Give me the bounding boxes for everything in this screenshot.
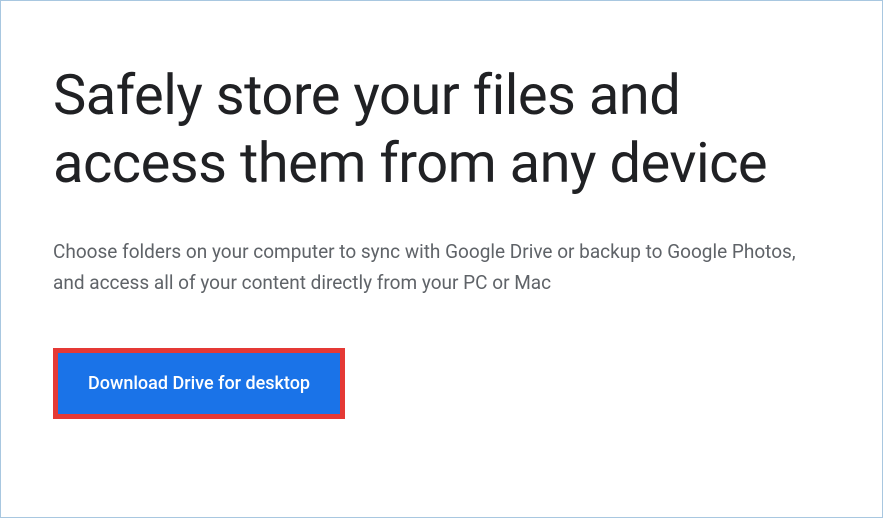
download-button-highlight: Download Drive for desktop	[53, 348, 345, 419]
headline: Safely store your files and access them …	[53, 61, 830, 198]
promo-panel: Safely store your files and access them …	[0, 0, 883, 518]
description: Choose folders on your computer to sync …	[53, 236, 813, 299]
download-button[interactable]: Download Drive for desktop	[58, 353, 340, 414]
